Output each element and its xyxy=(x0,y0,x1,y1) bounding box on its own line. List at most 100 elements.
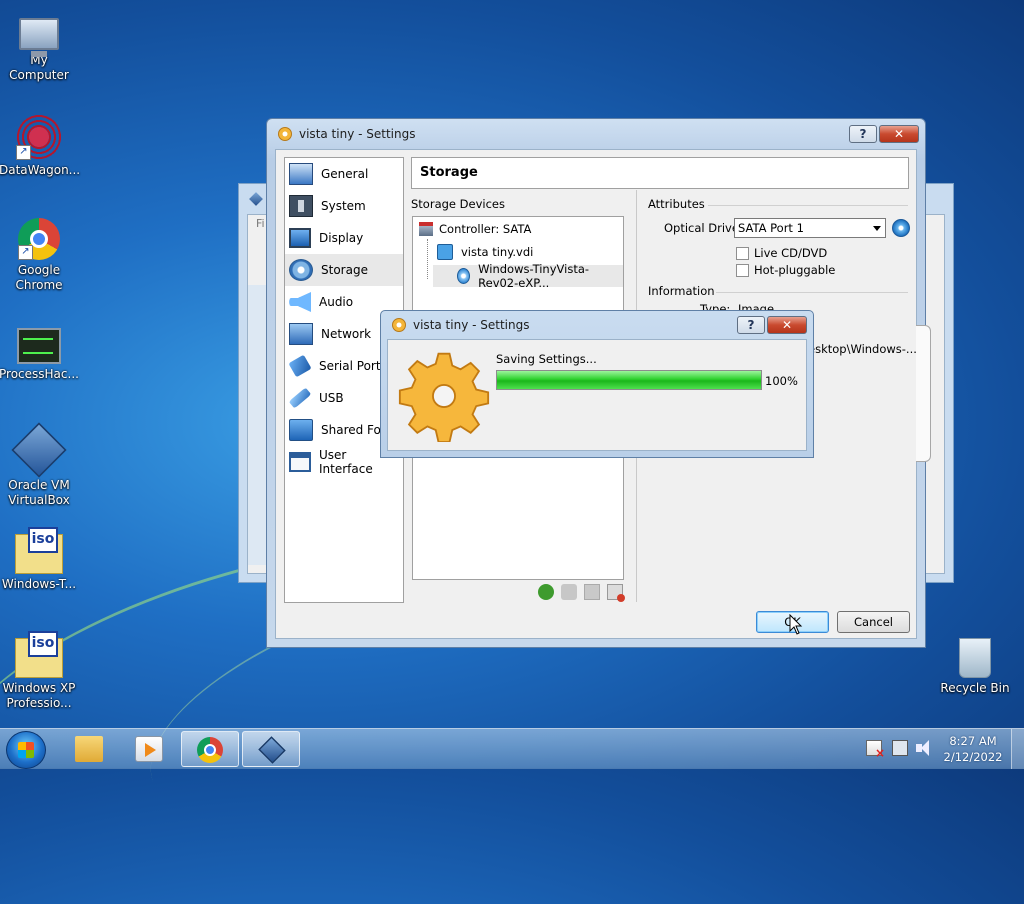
virtualbox-icon xyxy=(11,422,67,478)
checkbox-label: Live CD/DVD xyxy=(754,246,828,260)
taskbar-app-media-player[interactable] xyxy=(120,731,178,767)
tree-item-label: Windows-TinyVista-Rev02-eXP... xyxy=(478,262,590,290)
progress-titlebar[interactable]: vista tiny - Settings ? ✕ xyxy=(381,311,813,339)
tree-item-controller[interactable]: Controller: SATA xyxy=(413,218,623,240)
page-title: Storage xyxy=(411,157,909,189)
serial-ports-icon xyxy=(288,354,312,378)
storage-icon xyxy=(289,259,313,281)
checkbox-box[interactable] xyxy=(736,246,749,260)
hot-pluggable-checkbox[interactable]: Hot-pluggable xyxy=(736,263,835,277)
desktop-icon-processhacker[interactable]: ProcessHac... xyxy=(0,322,79,382)
location-value: esktop\Windows-... xyxy=(808,342,917,356)
nav-item-label: Audio xyxy=(319,295,354,309)
processhacker-icon xyxy=(17,328,61,364)
desktop-icon-label: DataWagon... xyxy=(0,163,81,177)
nav-item-label: Display xyxy=(319,231,364,245)
show-desktop-button[interactable] xyxy=(1011,729,1024,769)
volume-icon[interactable] xyxy=(916,740,932,756)
add-controller-icon[interactable] xyxy=(584,584,600,600)
iso-badge: iso xyxy=(28,631,58,657)
nav-item-general[interactable]: General xyxy=(285,158,403,190)
gear-icon xyxy=(278,127,292,141)
close-button[interactable]: ✕ xyxy=(879,125,919,143)
settings-titlebar[interactable]: vista tiny - Settings ? ✕ xyxy=(267,119,925,149)
choose-disk-icon[interactable] xyxy=(892,219,910,237)
information-panel-edge xyxy=(916,325,931,462)
optical-drive-value: SATA Port 1 xyxy=(738,221,804,235)
desktop-icon-label: Windows-T... xyxy=(1,577,77,591)
desktop-icon-label: My Computer xyxy=(9,53,69,82)
usb-icon xyxy=(288,387,312,409)
progress-percent: 100% xyxy=(765,374,798,388)
iso-file-icon: iso xyxy=(15,527,63,574)
virtualbox-icon xyxy=(258,736,286,764)
desktop-icon-windows-xp-iso[interactable]: iso Windows XP Professio... xyxy=(0,631,79,711)
add-attachment-icon[interactable] xyxy=(538,584,554,600)
taskbar-app-explorer[interactable] xyxy=(60,731,118,767)
chrome-icon: ↗ xyxy=(18,218,60,260)
nav-item-display[interactable]: Display xyxy=(285,222,403,254)
dialog-title: vista tiny - Settings xyxy=(413,318,530,332)
shared-folders-icon xyxy=(289,419,313,441)
cancel-button[interactable]: Cancel xyxy=(837,611,910,633)
action-center-icon[interactable] xyxy=(866,740,885,760)
display-icon xyxy=(289,228,311,248)
gear-icon xyxy=(398,352,490,442)
desktop-icon-datawagon[interactable]: ↗ DataWagon... xyxy=(0,114,81,178)
mouse-cursor-icon xyxy=(789,614,803,635)
window-title: vista tiny - Settings xyxy=(299,127,416,141)
nav-item-label: System xyxy=(321,199,366,213)
system-icon xyxy=(289,195,313,217)
help-button[interactable]: ? xyxy=(849,125,877,143)
desktop-icon-recycle-bin[interactable]: Recycle Bin xyxy=(935,632,1015,696)
desktop-icon-label: Oracle VM VirtualBox xyxy=(8,478,70,507)
saving-progress-dialog[interactable]: vista tiny - Settings ? ✕ Saving Setting… xyxy=(380,310,814,458)
taskbar-app-chrome[interactable] xyxy=(181,731,239,767)
tree-item-optical[interactable]: Windows-TinyVista-Rev02-eXP... xyxy=(433,262,623,290)
chevron-down-icon xyxy=(873,226,881,231)
controller-icon xyxy=(419,222,433,236)
progress-bar-fill xyxy=(497,371,761,389)
separator xyxy=(708,205,908,206)
checkbox-box[interactable] xyxy=(736,263,749,277)
audio-icon xyxy=(289,292,311,312)
computer-icon xyxy=(19,18,59,57)
desktop-icon-virtualbox[interactable]: Oracle VM VirtualBox xyxy=(0,422,79,508)
nav-item-storage[interactable]: Storage xyxy=(285,254,403,286)
network-icon[interactable] xyxy=(892,740,908,756)
iso-badge: iso xyxy=(28,527,58,553)
recycle-bin-icon xyxy=(959,638,991,678)
shortcut-arrow-icon: ↗ xyxy=(18,245,33,260)
datawagon-icon: ↗ xyxy=(16,114,62,160)
start-button[interactable] xyxy=(6,731,46,769)
nav-item-label: Network xyxy=(321,327,372,341)
close-button[interactable]: ✕ xyxy=(767,316,807,334)
desktop-icon-label: ProcessHac... xyxy=(0,367,79,381)
optical-drive-select[interactable]: SATA Port 1 xyxy=(734,218,886,238)
desktop-icon-my-computer[interactable]: My Computer xyxy=(0,10,79,83)
nav-item-label: Storage xyxy=(321,263,368,277)
nav-item-label: USB xyxy=(319,391,344,405)
desktop-icon-windows-t-iso[interactable]: iso Windows-T... xyxy=(0,527,79,592)
desktop-icon-google-chrome[interactable]: ↗ Google Chrome xyxy=(0,218,79,293)
taskbar: 8:27 AM 2/12/2022 xyxy=(0,728,1024,769)
media-player-icon xyxy=(135,736,163,762)
manager-vm-list-edge xyxy=(248,285,267,565)
taskbar-app-virtualbox[interactable] xyxy=(242,731,300,767)
information-heading: Information xyxy=(648,284,715,298)
remove-attachment-icon[interactable] xyxy=(561,584,577,600)
separator xyxy=(716,292,908,293)
clock[interactable]: 8:27 AM 2/12/2022 xyxy=(940,733,1006,765)
desktop-icon-label: Google Chrome xyxy=(15,263,63,292)
general-icon xyxy=(289,163,313,185)
tree-item-vdi[interactable]: vista tiny.vdi xyxy=(413,241,623,263)
optical-drive-label: Optical Drive: xyxy=(664,221,743,235)
live-cd-checkbox[interactable]: Live CD/DVD xyxy=(736,246,827,260)
network-icon xyxy=(289,323,313,345)
remove-controller-icon[interactable] xyxy=(607,584,625,602)
menu-fragment[interactable]: Fi xyxy=(256,217,265,230)
progress-message: Saving Settings... xyxy=(496,352,597,366)
folder-icon xyxy=(75,736,103,762)
nav-item-system[interactable]: System xyxy=(285,190,403,222)
help-button[interactable]: ? xyxy=(737,316,765,334)
